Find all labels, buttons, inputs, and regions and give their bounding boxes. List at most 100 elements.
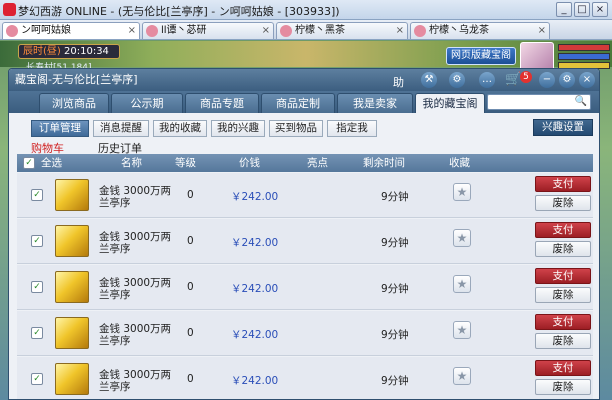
delete-button[interactable]: 废除 [535,241,591,257]
item-remaining: 9分钟 [381,283,409,295]
mp-bar [558,53,610,60]
settings-icon[interactable]: ⚙ [559,72,575,88]
table-row: ✓ 金钱 3000万两 兰亭序 0 ￥242.00 9分钟 ★ 支付 废除 [17,311,593,356]
pay-button[interactable]: 支付 [535,360,591,376]
treasure-pavilion-dialog: 藏宝阁-无与伦比[兰亭序] 助 ⚒ ⚙ … 🛒 5 − ⚙ × 浏览商品 公示期… [8,68,600,400]
tab-browse[interactable]: 浏览商品 [39,93,109,113]
header-remaining: 剩余时间 [363,157,405,169]
game-clock: 辰时(昼) 20:10:34 [18,44,120,59]
close-icon[interactable]: × [538,23,546,39]
character-tab-label: ll谭丶苾研 [161,25,207,36]
header-select-all: 全选 [41,157,62,169]
search-icon[interactable]: 🔍 [575,96,587,107]
item-name: 金钱 3000万两 兰亭序 [99,231,172,255]
delete-button[interactable]: 废除 [535,195,591,211]
minimize-icon[interactable]: − [539,72,555,88]
header-favorite: 收藏 [449,157,470,169]
row-checkbox[interactable]: ✓ [31,235,43,247]
hp-bar [558,44,610,51]
character-tab-4[interactable]: 柠檬丶乌龙茶 × [410,22,550,39]
favorite-star-icon[interactable]: ★ [453,367,471,385]
tab-custom[interactable]: 商品定制 [261,93,335,113]
close-window-button[interactable]: × [592,2,608,17]
character-avatar-icon [146,25,158,37]
item-level: 0 [187,281,194,293]
character-tab-1[interactable]: ン呵呵姑娘 × [2,22,140,39]
window-title: 梦幻西游 ONLINE - (无与伦比[兰亭序] - ン呵呵姑娘 - [3039… [18,5,340,18]
row-checkbox[interactable]: ✓ [31,327,43,339]
pay-button[interactable]: 支付 [535,314,591,330]
item-name: 金钱 3000万两 兰亭序 [99,277,172,301]
tab-publicity[interactable]: 公示期 [111,93,183,113]
character-avatar-icon [280,25,292,37]
item-price: ￥242.00 [231,283,279,295]
character-tab-label: ン呵呵姑娘 [21,25,71,36]
close-icon[interactable]: × [396,23,404,39]
gear-icon[interactable]: ⚙ [449,72,465,88]
character-tab-2[interactable]: ll谭丶苾研 × [142,22,274,39]
row-checkbox[interactable]: ✓ [31,373,43,385]
cart-count-badge: 5 [520,71,532,83]
web-treasure-button[interactable]: 网页版藏宝阁 [446,47,516,65]
item-level: 0 [187,373,194,385]
gold-coin-icon [55,179,89,211]
gold-coin-icon [55,225,89,257]
row-checkbox[interactable]: ✓ [31,281,43,293]
subtab-favorites[interactable]: 我的收藏 [153,120,207,137]
close-icon[interactable]: × [579,72,595,88]
header-price: 价钱 [239,157,260,169]
item-remaining: 9分钟 [381,329,409,341]
gold-coin-icon [55,363,89,395]
select-all-checkbox[interactable]: ✓ [23,157,35,169]
item-remaining: 9分钟 [381,191,409,203]
header-highlight: 亮点 [307,157,328,169]
item-remaining: 9分钟 [381,237,409,249]
table-row: ✓ 金钱 3000万两 兰亭序 0 ￥242.00 9分钟 ★ 支付 废除 [17,265,593,310]
character-tab-strip: ン呵呵姑娘 × ll谭丶苾研 × 柠檬丶黑茶 × 柠檬丶乌龙茶 × [0,20,612,40]
item-name: 金钱 3000万两 兰亭序 [99,185,172,209]
subtab-messages[interactable]: 消息提醒 [93,120,149,137]
interest-settings-button[interactable]: 兴趣设置 [533,119,593,136]
character-avatar-icon [6,25,18,37]
item-name: 金钱 3000万两 兰亭序 [99,369,172,393]
tab-my-pavilion[interactable]: 我的藏宝阁 [415,93,485,113]
dialog-title-bar: 藏宝阁-无与伦比[兰亭序] 助 ⚒ ⚙ … 🛒 5 − ⚙ × [9,69,599,91]
tab-seller[interactable]: 我是卖家 [337,93,413,113]
character-tab-label: 柠檬丶乌龙茶 [429,25,489,36]
favorite-star-icon[interactable]: ★ [453,275,471,293]
subtab-purchased[interactable]: 买到物品 [269,120,323,137]
pay-button[interactable]: 支付 [535,176,591,192]
hammer-icon[interactable]: ⚒ [421,72,437,88]
item-price: ￥242.00 [231,191,279,203]
maximize-button[interactable]: □ [574,2,590,17]
close-icon[interactable]: × [262,23,270,39]
subtab-assigned[interactable]: 指定我 [327,120,377,137]
delete-button[interactable]: 废除 [535,379,591,395]
delete-button[interactable]: 废除 [535,287,591,303]
favorite-star-icon[interactable]: ★ [453,321,471,339]
search-input[interactable]: 🔍 [487,94,591,110]
favorite-star-icon[interactable]: ★ [453,229,471,247]
cart-icon[interactable]: 🛒 [505,72,521,88]
pay-button[interactable]: 支付 [535,222,591,238]
subtab-orders[interactable]: 订单管理 [31,120,89,137]
tab-topics[interactable]: 商品专题 [185,93,259,113]
item-remaining: 9分钟 [381,375,409,387]
gold-coin-icon [55,271,89,303]
close-icon[interactable]: × [128,23,136,39]
table-row: ✓ 金钱 3000万两 兰亭序 0 ￥242.00 9分钟 ★ 支付 废除 [17,357,593,399]
item-level: 0 [187,235,194,247]
item-price: ￥242.00 [231,237,279,249]
header-level: 等级 [175,157,196,169]
character-tab-3[interactable]: 柠檬丶黑茶 × [276,22,408,39]
item-price: ￥242.00 [231,329,279,341]
chat-icon[interactable]: … [479,72,495,88]
subtab-interests[interactable]: 我的兴趣 [211,120,265,137]
delete-button[interactable]: 废除 [535,333,591,349]
dialog-title: 藏宝阁-无与伦比[兰亭序] [15,73,138,86]
gold-coin-icon [55,317,89,349]
favorite-star-icon[interactable]: ★ [453,183,471,201]
row-checkbox[interactable]: ✓ [31,189,43,201]
pay-button[interactable]: 支付 [535,268,591,284]
minimize-button[interactable]: _ [556,2,572,17]
